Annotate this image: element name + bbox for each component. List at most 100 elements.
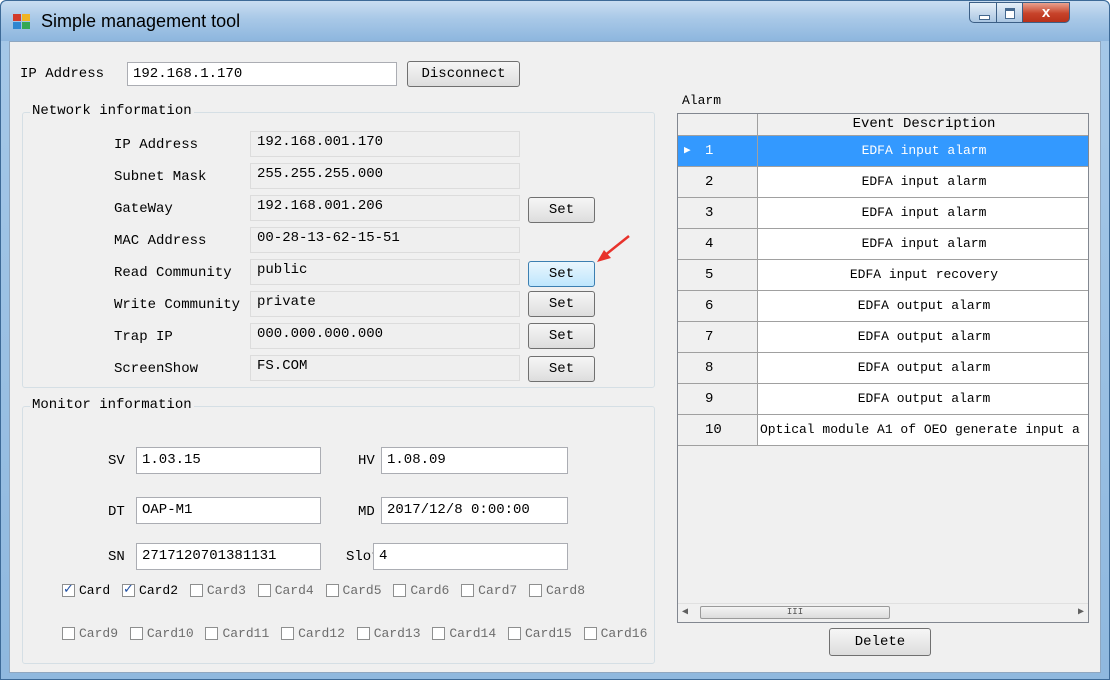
- card-checkbox-box[interactable]: [281, 627, 295, 641]
- ip-address-field[interactable]: 192.168.001.170: [250, 131, 520, 157]
- subnet-mask-label: Subnet Mask: [114, 169, 207, 185]
- card-checkbox-box[interactable]: [529, 584, 542, 598]
- card-checkbox[interactable]: Card13: [356, 626, 425, 641]
- ip-address-label: IP Address: [114, 137, 199, 153]
- card-checkbox-label: Card10: [146, 626, 194, 642]
- event-cell[interactable]: EDFA input recovery: [758, 260, 1088, 291]
- card-checkbox-box[interactable]: [356, 627, 370, 641]
- trap-ip-set-button[interactable]: Set: [528, 323, 595, 349]
- card-checkbox-box[interactable]: [507, 627, 521, 641]
- event-cell[interactable]: EDFA output alarm: [758, 291, 1088, 322]
- card-checkbox[interactable]: Card14: [432, 626, 500, 641]
- sn-label: SN: [108, 549, 125, 565]
- event-cell[interactable]: EDFA output alarm: [758, 322, 1088, 353]
- read-community-set-button[interactable]: Set: [528, 261, 595, 287]
- hv-field[interactable]: 1.08.09: [381, 447, 568, 474]
- table-row[interactable]: ▶ 1 EDFA input alarm: [678, 136, 1088, 167]
- hv-label: HV: [358, 453, 375, 469]
- sn-field[interactable]: 2717120701381131: [136, 543, 321, 570]
- scroll-thumb[interactable]: III: [700, 606, 890, 619]
- sv-field[interactable]: 1.03.15: [136, 447, 321, 474]
- card-checkbox-box[interactable]: [257, 584, 271, 598]
- dt-field[interactable]: OAP-M1: [136, 497, 321, 524]
- alarm-grid[interactable]: Event Description ▶ 1 EDFA input alarm 2 …: [677, 113, 1089, 623]
- card-checkbox-box[interactable]: [393, 584, 407, 598]
- app-icon: [13, 14, 31, 30]
- table-row[interactable]: 9 EDFA output alarm: [678, 384, 1088, 415]
- event-cell[interactable]: EDFA input alarm: [758, 167, 1088, 198]
- minimize-icon: [979, 15, 990, 20]
- subnet-mask-field[interactable]: 255.255.255.000: [250, 163, 520, 189]
- card-checkbox[interactable]: Card12: [281, 626, 349, 641]
- gateway-field[interactable]: 192.168.001.206: [250, 195, 520, 221]
- table-row[interactable]: 10 Optical module A1 of OEO generate inp…: [678, 415, 1088, 446]
- event-cell[interactable]: EDFA input alarm: [758, 229, 1088, 260]
- minimize-button[interactable]: [969, 2, 997, 23]
- card-checkbox-box[interactable]: [461, 584, 475, 598]
- screenshow-set-button[interactable]: Set: [528, 356, 595, 382]
- table-row[interactable]: 4 EDFA input alarm: [678, 229, 1088, 260]
- gateway-set-button[interactable]: Set: [528, 197, 595, 223]
- card-checkbox-box[interactable]: [325, 584, 339, 598]
- card-checkbox[interactable]: Card16: [583, 626, 652, 641]
- card-checkbox-box[interactable]: [129, 627, 143, 641]
- card-checkbox-box[interactable]: [205, 627, 219, 641]
- mac-address-field[interactable]: 00-28-13-62-15-51: [250, 227, 520, 253]
- card-checkbox-label: Card12: [298, 626, 345, 642]
- table-row[interactable]: 2 EDFA input alarm: [678, 167, 1088, 198]
- event-description-header[interactable]: Event Description: [758, 114, 1088, 136]
- event-cell[interactable]: EDFA input alarm: [758, 136, 1088, 167]
- card-checkbox[interactable]: Card3: [189, 583, 250, 598]
- maximize-button[interactable]: [996, 2, 1023, 23]
- card-checkbox-box[interactable]: [189, 584, 203, 598]
- card-checkbox-box[interactable]: [432, 627, 446, 641]
- write-community-field[interactable]: private: [250, 291, 520, 317]
- table-row[interactable]: 3 EDFA input alarm: [678, 198, 1088, 229]
- event-cell[interactable]: EDFA output alarm: [758, 384, 1088, 415]
- title-bar[interactable]: Simple management tool x: [1, 1, 1109, 41]
- write-community-set-button[interactable]: Set: [528, 291, 595, 317]
- disconnect-button[interactable]: Disconnect: [407, 61, 520, 87]
- card-checkbox[interactable]: Card15: [507, 626, 576, 641]
- md-field[interactable]: 2017/12/8 0:00:00: [381, 497, 568, 524]
- card-checkbox[interactable]: Card2: [122, 582, 182, 598]
- card-checkbox[interactable]: Card8: [529, 583, 589, 598]
- connect-ip-input[interactable]: 192.168.1.170: [127, 62, 397, 86]
- read-community-label: Read Community: [114, 265, 232, 281]
- table-row[interactable]: 8 EDFA output alarm: [678, 353, 1088, 384]
- card-checkbox[interactable]: Card: [62, 582, 114, 598]
- card-checkbox[interactable]: Card6: [393, 583, 453, 598]
- card-checkbox-box[interactable]: [62, 582, 75, 598]
- event-cell[interactable]: EDFA output alarm: [758, 353, 1088, 384]
- annotation-arrow-icon: [597, 235, 630, 262]
- card-checkbox[interactable]: Card9: [62, 626, 122, 641]
- row-index: 7: [678, 322, 758, 353]
- table-row[interactable]: 6 EDFA output alarm: [678, 291, 1088, 322]
- row-index: 9: [678, 384, 758, 415]
- card-checkbox[interactable]: Card7: [461, 583, 521, 598]
- read-community-field[interactable]: public: [250, 259, 520, 285]
- event-cell[interactable]: EDFA input alarm: [758, 198, 1088, 229]
- scroll-right-icon[interactable]: ▶: [1078, 606, 1084, 618]
- card-checkbox[interactable]: Card10: [129, 626, 198, 642]
- event-cell[interactable]: Optical module A1 of OEO generate input …: [758, 415, 1088, 446]
- row-header-corner: [678, 114, 758, 136]
- card-checkbox-box[interactable]: [583, 627, 597, 641]
- card-checkbox[interactable]: Card5: [325, 583, 386, 598]
- scroll-left-icon[interactable]: ◀: [682, 606, 688, 618]
- table-row[interactable]: 7 EDFA output alarm: [678, 322, 1088, 353]
- close-button[interactable]: x: [1022, 2, 1070, 23]
- card-checkbox[interactable]: Card11: [205, 626, 273, 641]
- mac-address-label: MAC Address: [114, 233, 207, 249]
- dt-label: DT: [108, 504, 125, 520]
- table-row[interactable]: 5 EDFA input recovery: [678, 260, 1088, 291]
- window-title: Simple management tool: [41, 11, 241, 31]
- delete-button[interactable]: Delete: [829, 628, 931, 656]
- horizontal-scrollbar[interactable]: ◀ III ▶: [678, 603, 1088, 622]
- screenshow-field[interactable]: FS.COM: [250, 355, 520, 381]
- slot-field[interactable]: 4: [373, 543, 568, 570]
- card-checkbox-box[interactable]: [122, 582, 136, 598]
- trap-ip-field[interactable]: 000.000.000.000: [250, 323, 520, 349]
- card-checkbox[interactable]: Card4: [257, 583, 318, 598]
- card-checkbox-box[interactable]: [62, 627, 75, 641]
